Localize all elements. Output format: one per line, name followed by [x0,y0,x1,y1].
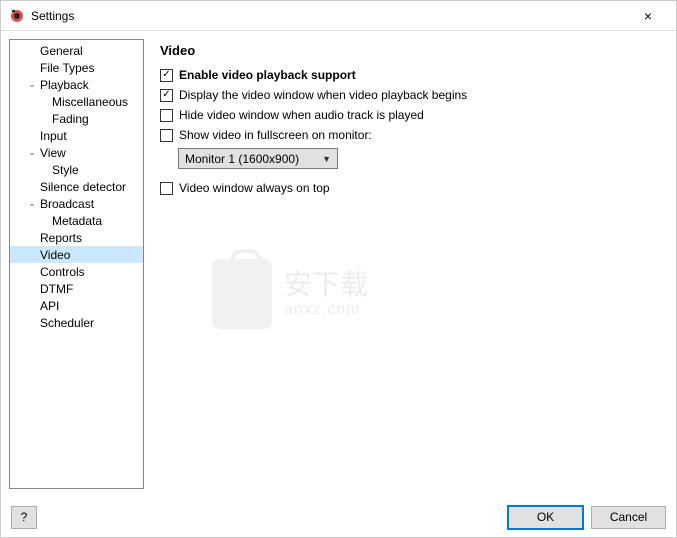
tree-item-label: Style [50,163,79,177]
chevron-down-icon: ▼ [322,154,331,164]
display-window-label: Display the video window when video play… [179,88,467,102]
monitor-select-value: Monitor 1 (1600x900) [185,152,299,166]
display-window-checkbox[interactable] [160,89,173,102]
enable-video-checkbox[interactable] [160,69,173,82]
tree-item-label: Scheduler [38,316,94,330]
app-icon [9,8,25,24]
tree-item-reports[interactable]: Reports [10,229,143,246]
chevron-down-icon: ⌄ [26,147,38,158]
ok-button[interactable]: OK [508,506,583,529]
chevron-down-icon: ⌄ [26,79,38,90]
settings-tree[interactable]: GeneralFile Types⌄PlaybackMiscellaneousF… [9,39,144,489]
tree-item-label: File Types [38,61,94,75]
tree-item-api[interactable]: API [10,297,143,314]
panel-title: Video [160,43,660,58]
cancel-button[interactable]: Cancel [591,506,666,529]
fullscreen-row: Show video in fullscreen on monitor: [160,128,660,142]
tree-item-label: Input [38,129,67,143]
watermark-line1: 安下载 [284,270,368,301]
tree-item-label: Video [38,248,70,262]
watermark: 安下载 anxz.com [212,259,368,329]
tree-item-scheduler[interactable]: Scheduler [10,314,143,331]
titlebar: Settings × [1,1,676,31]
always-on-top-label: Video window always on top [179,181,330,195]
tree-item-label: View [38,146,66,160]
tree-item-label: General [38,44,83,58]
monitor-select[interactable]: Monitor 1 (1600x900) ▼ [178,148,338,169]
tree-item-playback[interactable]: ⌄Playback [10,76,143,93]
tree-item-label: Broadcast [38,197,94,211]
hide-window-checkbox[interactable] [160,109,173,122]
tree-item-label: Fading [50,112,89,126]
tree-item-label: DTMF [38,282,73,296]
tree-item-label: Miscellaneous [50,95,128,109]
lock-icon [212,259,272,329]
enable-video-label: Enable video playback support [179,68,356,82]
monitor-row: Monitor 1 (1600x900) ▼ [178,148,660,169]
tree-item-miscellaneous[interactable]: Miscellaneous [10,93,143,110]
enable-video-row: Enable video playback support [160,68,660,82]
always-on-top-row: Video window always on top [160,181,660,195]
always-on-top-checkbox[interactable] [160,182,173,195]
tree-item-input[interactable]: Input [10,127,143,144]
help-button[interactable]: ? [11,506,37,529]
tree-item-general[interactable]: General [10,42,143,59]
hide-window-label: Hide video window when audio track is pl… [179,108,424,122]
fullscreen-label: Show video in fullscreen on monitor: [179,128,372,142]
watermark-text: 安下载 anxz.com [284,270,368,318]
tree-item-dtmf[interactable]: DTMF [10,280,143,297]
tree-item-label: Metadata [50,214,102,228]
fullscreen-checkbox[interactable] [160,129,173,142]
content-area: GeneralFile Types⌄PlaybackMiscellaneousF… [1,31,676,497]
video-settings-panel: Video Enable video playback support Disp… [152,39,668,489]
hide-window-row: Hide video window when audio track is pl… [160,108,660,122]
chevron-down-icon: ⌄ [26,198,38,209]
tree-item-label: API [38,299,59,313]
watermark-line2: anxz.com [284,301,368,319]
tree-item-file-types[interactable]: File Types [10,59,143,76]
tree-item-silence-detector[interactable]: Silence detector [10,178,143,195]
tree-item-label: Playback [38,78,89,92]
tree-item-style[interactable]: Style [10,161,143,178]
close-button[interactable]: × [628,8,668,24]
window-title: Settings [31,9,628,23]
tree-item-broadcast[interactable]: ⌄Broadcast [10,195,143,212]
tree-item-fading[interactable]: Fading [10,110,143,127]
tree-item-label: Reports [38,231,82,245]
display-window-row: Display the video window when video play… [160,88,660,102]
tree-item-label: Silence detector [38,180,126,194]
tree-item-controls[interactable]: Controls [10,263,143,280]
tree-item-view[interactable]: ⌄View [10,144,143,161]
tree-item-video[interactable]: Video [10,246,143,263]
tree-item-label: Controls [38,265,85,279]
tree-item-metadata[interactable]: Metadata [10,212,143,229]
footer: ? OK Cancel [1,497,676,537]
